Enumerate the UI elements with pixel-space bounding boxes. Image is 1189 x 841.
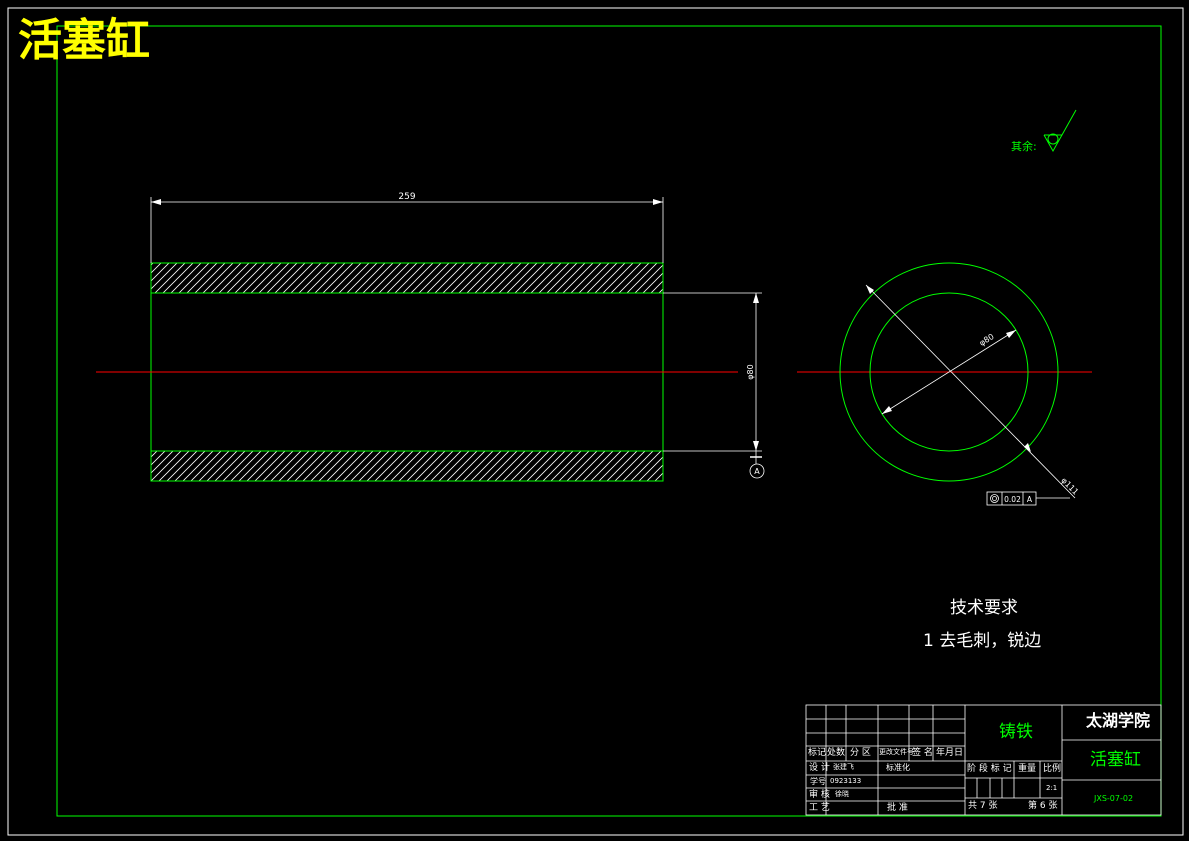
surface-note: 其余: (1011, 139, 1037, 153)
scale-label: 比例 (1043, 764, 1062, 774)
sheets-total: 共 7 张 (968, 801, 998, 811)
material-text: 铸铁 (999, 722, 1033, 742)
concentricity-icon-outer (990, 494, 999, 503)
concentricity-icon-inner (992, 496, 997, 501)
side-view: 259 φ80 A (96, 192, 765, 482)
inner-arrow-1 (1006, 330, 1016, 338)
bottom-wall-hatch (150, 450, 664, 482)
hdr-changeno: 更改文件号 (879, 748, 914, 756)
inner-frame (56, 25, 1162, 817)
hdr-date: 年月日 (936, 748, 964, 758)
checker-name: 徐晓 (835, 790, 849, 798)
id-label: 学号 (810, 777, 826, 786)
stage-label: 阶 段 标 记 (967, 764, 1012, 774)
sheet-number: 第 6 张 (1028, 801, 1058, 811)
id-side-dim-text: φ80 (746, 364, 755, 379)
hdr-count: 处数 (827, 748, 846, 758)
id-arrow-top (753, 293, 759, 303)
outer-arrow-1 (866, 285, 874, 294)
part-name: 活塞缸 (1090, 750, 1141, 770)
inner-end-dim-text: φ80 (978, 332, 996, 348)
process-label: 工 艺 (809, 803, 830, 813)
drawing-canvas: 259 φ80 A φ80 φ111 0.02 A 其余: (7, 7, 1184, 836)
school-name: 太湖学院 (1086, 711, 1151, 730)
hdr-mark: 标记 (808, 748, 827, 758)
hdr-sign: 签 名 (912, 748, 933, 758)
banner-title: 活塞缸 (18, 15, 150, 66)
length-arrow-left (151, 199, 161, 205)
student-id: 0923133 (830, 777, 862, 785)
weight-label: 重量 (1018, 764, 1037, 774)
tolerance-datum: A (1027, 495, 1033, 504)
id-arrow-bottom (753, 441, 759, 451)
std-label: 标准化 (886, 763, 910, 772)
scale-value: 2:1 (1046, 784, 1058, 792)
length-dim-text: 259 (398, 192, 415, 202)
outer-end-dim-text: φ111 (1059, 476, 1080, 497)
tolerance-value: 0.02 (1004, 495, 1021, 504)
datum-letter: A (754, 467, 760, 476)
hdr-zone: 分 区 (850, 748, 871, 758)
check-label: 审 核 (809, 790, 830, 800)
approve-label: 批 准 (887, 803, 908, 813)
roughness-symbol-icon (1043, 109, 1077, 153)
length-arrow-right (653, 199, 663, 205)
end-view: φ80 φ111 0.02 A (797, 262, 1092, 506)
designer-name: 张建飞 (833, 763, 854, 771)
drawing-number: JXS-07-02 (1094, 794, 1134, 803)
design-label: 设 计 (809, 763, 830, 773)
top-wall-hatch (150, 262, 664, 294)
outer-border (7, 7, 1184, 836)
inner-arrow-2 (882, 406, 892, 414)
tech-req-item1: 1 去毛刺，锐边 (923, 631, 1042, 651)
tech-req-heading: 技术要求 (950, 598, 1018, 618)
